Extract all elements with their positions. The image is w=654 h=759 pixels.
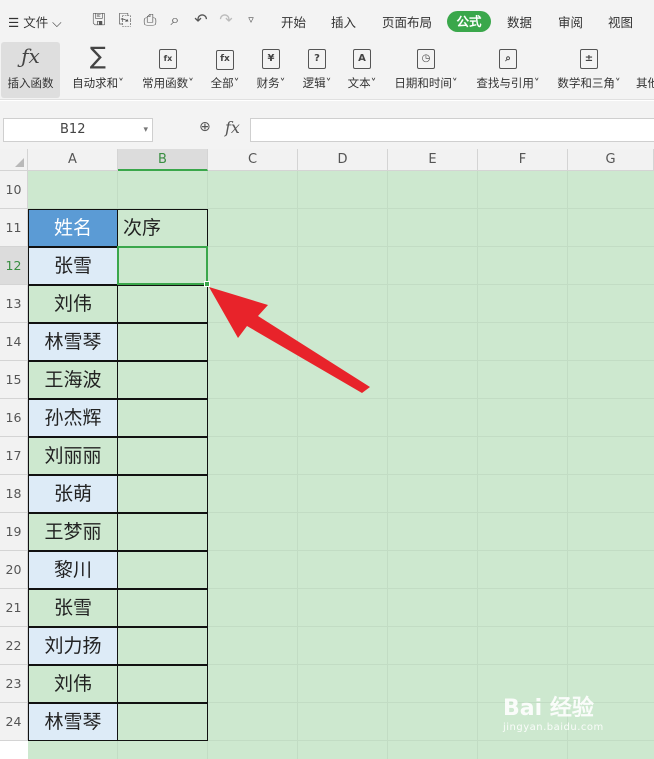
watermark-url: jingyan.baidu.com (503, 722, 604, 733)
watermark-brand: Bai 经验 (503, 696, 594, 721)
red-arrow-annotation (209, 287, 370, 393)
baidu-watermark: Bai 经验 jingyan.baidu.com (503, 690, 604, 733)
arrow-shape (209, 287, 370, 393)
